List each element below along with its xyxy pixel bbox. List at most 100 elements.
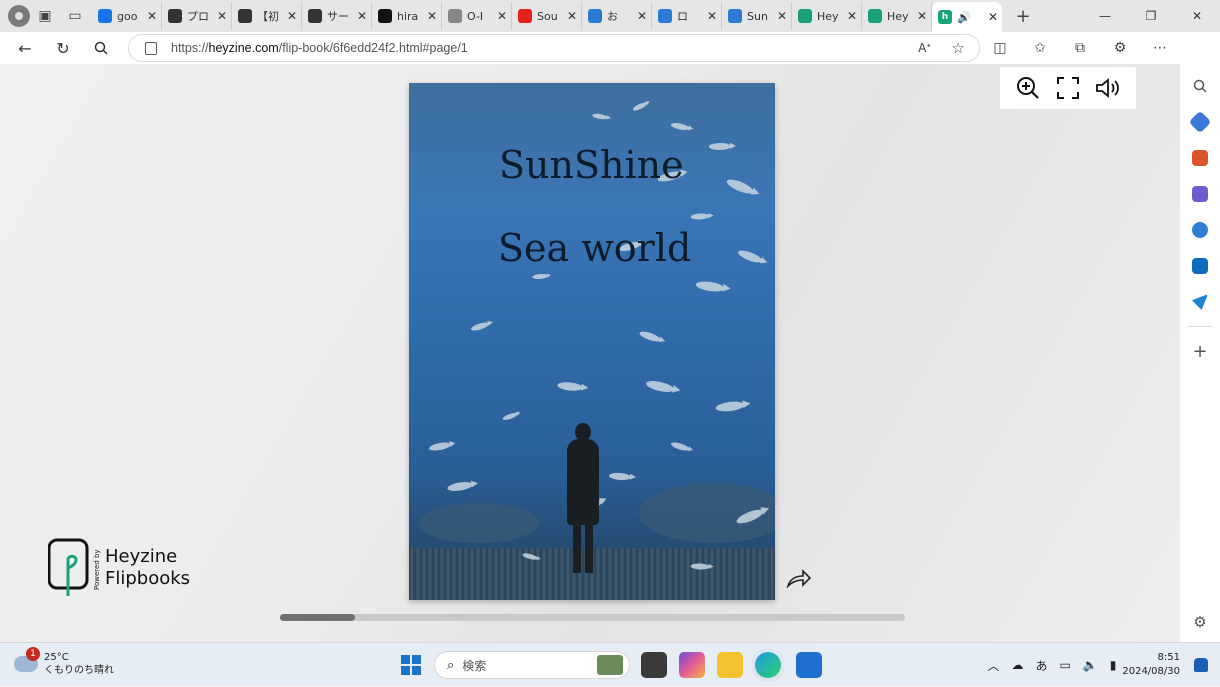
close-icon[interactable]: ✕ (847, 9, 857, 23)
read-aloud-icon[interactable]: Aᐩ (918, 41, 931, 55)
chevron-up-icon[interactable]: ︿ (987, 657, 999, 674)
collections-icon[interactable]: ⧉ (1060, 33, 1100, 63)
page-scrollbar[interactable] (280, 614, 905, 621)
notification-badge: 1 (26, 647, 40, 661)
tab[interactable]: サー ✕ (302, 2, 372, 30)
close-icon[interactable]: ✕ (777, 9, 787, 23)
close-icon[interactable]: ✕ (567, 9, 577, 23)
edge-app-icon[interactable] (755, 652, 781, 678)
profile-icon[interactable] (8, 5, 30, 27)
fullscreen-icon[interactable] (1053, 73, 1083, 103)
close-icon[interactable]: ✕ (287, 9, 297, 23)
close-icon[interactable]: ✕ (217, 9, 227, 23)
copilot-favicon (728, 9, 742, 23)
sound-icon[interactable] (1093, 73, 1123, 103)
copilot-app-icon[interactable] (679, 652, 705, 678)
tab-active[interactable]: h 🔊 ✕ (932, 2, 1002, 32)
tab[interactable]: Hey ✕ (862, 2, 932, 30)
flipbook-page-cover[interactable]: SunShine Sea world (409, 83, 775, 600)
lock-icon[interactable] (145, 41, 157, 55)
file-explorer-icon[interactable] (717, 652, 743, 678)
system-tray: ︿ ☁ あ ▭ 🔈 ▮ 8:51 2024/08/30 (981, 643, 1220, 687)
store-app-icon[interactable] (796, 652, 822, 678)
sidebar-tools-icon[interactable] (1180, 140, 1220, 176)
close-icon[interactable]: ✕ (497, 9, 507, 23)
search-icon: ⌕ (447, 657, 455, 673)
tab[interactable]: ロ ✕ (652, 2, 722, 30)
ime-indicator[interactable]: あ (1035, 657, 1047, 674)
tab[interactable]: O-I ✕ (442, 2, 512, 30)
close-window-button[interactable]: ✕ (1174, 0, 1220, 32)
menu-icon[interactable]: ⋯ (1140, 33, 1180, 63)
sidebar-shopping-icon[interactable] (1180, 104, 1220, 140)
favorite-star-icon[interactable]: ☆ (952, 39, 965, 57)
taskbar-search[interactable]: ⌕ 検索 (434, 651, 630, 679)
minimize-button[interactable]: — (1082, 0, 1128, 32)
close-icon[interactable]: ✕ (917, 9, 927, 23)
tab[interactable]: goo ✕ (92, 2, 162, 30)
fish-shape (670, 440, 690, 453)
search-icon[interactable] (82, 33, 120, 63)
sidebar-settings-icon[interactable]: ⚙ (1180, 604, 1220, 640)
sidebar-search-icon[interactable] (1180, 68, 1220, 104)
sidebar-games-icon[interactable] (1180, 176, 1220, 212)
windows-taskbar: 1 25°C くもりのち晴れ ⌕ 検索 ︿ ☁ あ ▭ 🔈 ▮ 8:51 202… (0, 642, 1220, 686)
fish-shape (670, 121, 690, 132)
volume-icon[interactable]: 🔈 (1083, 658, 1098, 672)
sidebar-add-icon[interactable]: + (1180, 333, 1220, 369)
tab[interactable]: Sun ✕ (722, 2, 792, 30)
tab-actions-icon[interactable]: ▭ (60, 1, 90, 31)
tab-title: サー (327, 10, 349, 23)
favorites-icon[interactable]: ✩ (1020, 33, 1060, 63)
youtube-favicon (518, 9, 532, 23)
close-icon[interactable]: ✕ (637, 9, 647, 23)
refresh-button[interactable]: ↻ (44, 33, 82, 63)
zoom-in-icon[interactable] (1013, 73, 1043, 103)
copilot-favicon (588, 9, 602, 23)
close-icon[interactable]: ✕ (147, 9, 157, 23)
tab[interactable]: 【初 ✕ (232, 2, 302, 30)
tab-title: Hey (817, 9, 839, 23)
fish-shape (645, 378, 675, 395)
extensions-icon[interactable]: ⚙ (1100, 33, 1140, 63)
onedrive-icon[interactable]: ☁ (1011, 658, 1023, 672)
close-icon[interactable]: ✕ (427, 9, 437, 23)
fish-shape (631, 101, 649, 112)
close-icon[interactable]: ✕ (988, 10, 998, 24)
network-icon[interactable]: ▭ (1059, 658, 1070, 672)
notification-bell-icon[interactable] (1194, 658, 1208, 672)
tab[interactable]: プロ ✕ (162, 2, 232, 30)
tab[interactable]: hira ✕ (372, 2, 442, 30)
restore-button[interactable]: ❐ (1128, 0, 1174, 32)
weather-desc: くもりのち晴れ (44, 665, 114, 676)
battery-icon[interactable]: ▮ (1110, 658, 1117, 672)
fish-shape (591, 112, 609, 121)
search-placeholder: 検索 (462, 658, 487, 673)
split-screen-icon[interactable]: ◫ (980, 33, 1020, 63)
sidebar-office-icon[interactable] (1180, 212, 1220, 248)
clock[interactable]: 8:51 2024/08/30 (1122, 651, 1180, 679)
start-button[interactable] (401, 655, 421, 675)
close-icon[interactable]: ✕ (707, 9, 717, 23)
heyzine-branding[interactable]: Powered by Heyzine Flipbooks (47, 538, 190, 598)
tab-title: ロ (677, 10, 688, 23)
url-text[interactable]: https://heyzine.com/flip-book/6f6edd24f2… (171, 41, 468, 55)
task-view-icon[interactable] (641, 652, 667, 678)
speaker-icon[interactable]: 🔊 (957, 11, 986, 24)
sidebar-outlook-icon[interactable] (1180, 248, 1220, 284)
close-icon[interactable]: ✕ (357, 9, 367, 23)
tab[interactable]: お ✕ (582, 2, 652, 30)
window-controls: — ❐ ✕ (1082, 0, 1220, 32)
workspaces-icon[interactable]: ▣ (30, 1, 60, 31)
weather-widget[interactable]: 1 25°C くもりのち晴れ (14, 647, 114, 677)
tab[interactable]: Hey ✕ (792, 2, 862, 30)
address-bar[interactable]: https://heyzine.com/flip-book/6f6edd24f2… (128, 34, 980, 62)
back-button[interactable]: ← (6, 33, 44, 63)
sidebar-send-icon[interactable] (1180, 284, 1220, 320)
scrollbar-thumb[interactable] (280, 614, 355, 621)
tab[interactable]: Sou ✕ (512, 2, 582, 30)
share-icon[interactable] (786, 568, 812, 589)
doc-favicon (448, 9, 462, 23)
tab-title: お (607, 10, 618, 23)
new-tab-button[interactable]: + (1008, 1, 1038, 31)
